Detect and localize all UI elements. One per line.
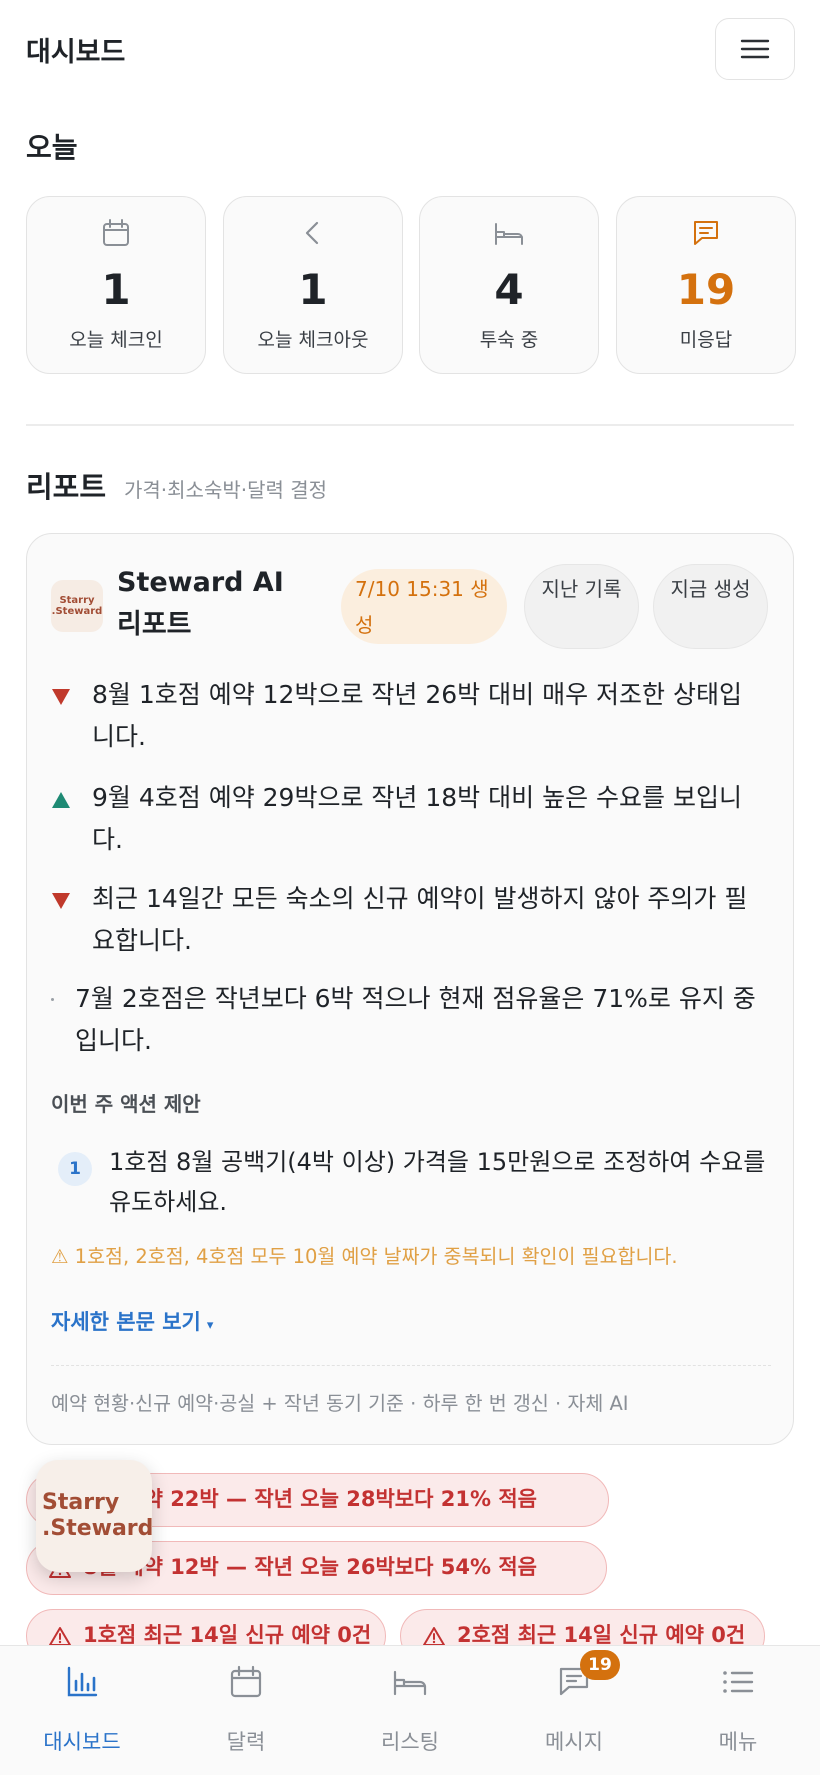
stat-card-checkin[interactable]: 1 오늘 체크인 [26, 196, 206, 374]
stat-card-unanswered[interactable]: 19 미응답 [616, 196, 796, 374]
calendar-icon [103, 219, 129, 246]
ai-report-card: Starry .Steward Steward AI 리포트 7/10 15:3… [26, 533, 794, 1445]
generate-now-button[interactable]: 지금 생성 [653, 564, 768, 649]
tab-calendar[interactable]: 달력 [164, 1646, 328, 1775]
stat-value: 19 [676, 265, 736, 314]
stat-value: 1 [101, 265, 131, 314]
action-number: 1 [58, 1152, 92, 1186]
hamburger-menu-button[interactable] [715, 18, 795, 80]
stat-label: 오늘 체크인 [69, 329, 163, 351]
view-full-text-link[interactable]: 자세한 본문 보기 ▾ [51, 1306, 213, 1336]
stat-value: 1 [298, 265, 328, 314]
section-divider [26, 424, 794, 426]
report-footnote: 예약 현황·신규 예약·공실 + 작년 동기 기준 · 하루 한 번 갱신 · … [51, 1392, 629, 1415]
caret-down-icon: ▾ [206, 1318, 214, 1333]
history-button[interactable]: 지난 기록 [524, 564, 639, 649]
stat-label: 미응답 [679, 329, 733, 351]
action-heading: 이번 주 액션 제안 [51, 1092, 201, 1116]
trend-down-icon [52, 893, 70, 909]
steward-logo: Starry .Steward [51, 580, 103, 632]
calendar-icon [230, 1665, 262, 1698]
stat-value: 4 [494, 265, 524, 314]
hamburger-icon [740, 39, 770, 59]
report-section-subtitle: 가격·최소숙박·달력 결정 [124, 478, 328, 502]
duplicate-booking-warning: ⚠ 1호점, 2호점, 4호점 모두 10월 예약 날짜가 중복되니 확인이 필… [51, 1245, 678, 1268]
action-text: 1호점 8월 공백기(4박 이상) 가격을 15만원으로 조정하여 수요를 유도… [109, 1148, 766, 1216]
app-header: 대시보드 [0, 0, 820, 100]
generated-time-badge: 7/10 15:31 생성 [341, 569, 507, 644]
warning-icon [49, 1627, 71, 1646]
message-icon [694, 221, 718, 245]
report-section-title: 리포트 [26, 470, 107, 504]
card-divider [51, 1365, 771, 1366]
warning-icon [423, 1627, 445, 1646]
stat-card-staying[interactable]: 4 투숙 중 [419, 196, 599, 374]
stat-label: 투숙 중 [479, 329, 539, 351]
message-count-badge: 19 [580, 1650, 620, 1680]
tab-dashboard[interactable]: 대시보드 [0, 1646, 164, 1775]
trend-up-icon [52, 792, 70, 808]
chevron-left-icon [305, 221, 319, 245]
floating-assistant-button[interactable]: Starry .Steward [36, 1460, 153, 1572]
trend-down-icon [52, 689, 70, 705]
bottom-tab-bar: 대시보드 달력 리스팅 메시지 메뉴 [0, 1645, 820, 1775]
stat-label: 오늘 체크아웃 [257, 329, 369, 351]
neutral-dot-icon [51, 998, 54, 1001]
page-title: 대시보드 [26, 37, 126, 68]
tab-menu[interactable]: 메뉴 [656, 1646, 820, 1775]
tab-listings[interactable]: 리스팅 [328, 1646, 492, 1775]
bed-icon [393, 1670, 427, 1696]
tab-messages[interactable]: 메시지 [492, 1646, 656, 1775]
chart-icon [67, 1666, 98, 1697]
report-card-title: Steward AI 리포트 [117, 567, 284, 640]
bed-icon [495, 223, 523, 245]
today-section-title: 오늘 [26, 131, 78, 164]
list-icon [723, 1671, 754, 1693]
stat-card-checkout[interactable]: 1 오늘 체크아웃 [223, 196, 403, 374]
